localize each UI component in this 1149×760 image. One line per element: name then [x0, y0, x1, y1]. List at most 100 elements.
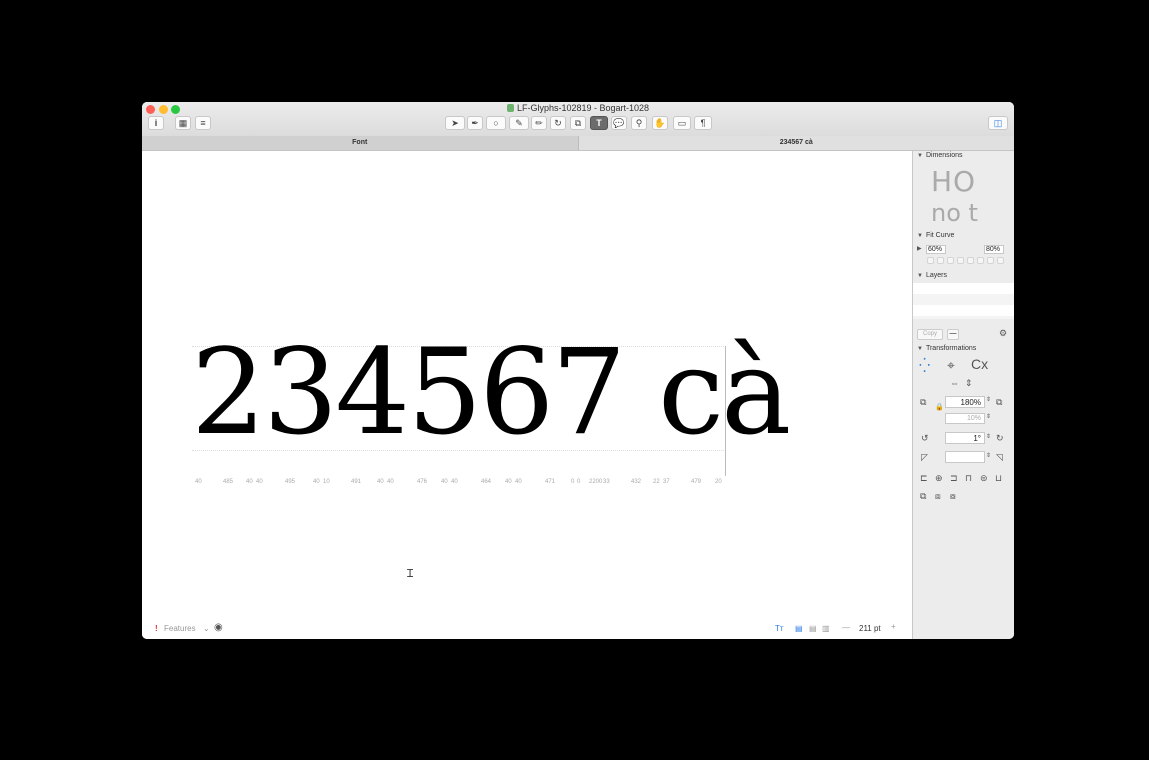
fit-curve-slot[interactable]: [997, 257, 1004, 264]
align-right-icon[interactable]: ▤: [809, 624, 817, 633]
app-window: LF-Glyphs-102819 - Bogart-1028 i ▦ ≡ ➤ ✒…: [142, 102, 1014, 639]
remove-layer-button[interactable]: —: [947, 329, 959, 340]
stepper-icon[interactable]: ⇕: [986, 433, 991, 440]
copy-layer-button[interactable]: Copy: [917, 329, 943, 340]
scale-secondary-field[interactable]: 10%: [945, 413, 985, 424]
zoom-in-button[interactable]: +: [891, 622, 896, 631]
draw-tool-button[interactable]: ✒: [467, 116, 483, 130]
union-icon[interactable]: ⧉: [920, 491, 926, 502]
eye-icon[interactable]: ◉: [214, 622, 223, 633]
fit-curve-slot[interactable]: [987, 257, 994, 264]
scale-down-icon[interactable]: ⧉: [920, 397, 926, 408]
document-icon: [506, 104, 514, 112]
metric-value: 40: [515, 479, 522, 485]
fit-curve-slot[interactable]: [927, 257, 934, 264]
metric-value: 20: [715, 479, 722, 485]
grid-view-button[interactable]: ▦: [175, 116, 191, 130]
bottom-bar: ! Features ⌄ ◉ Tᴛ ▤ ▤ ▥ — 211 pt +: [142, 619, 912, 639]
subtract-icon[interactable]: ⧈: [935, 491, 941, 502]
mirror-vertical-icon[interactable]: ⇕: [965, 378, 973, 389]
scale-tool-button[interactable]: ⧉: [570, 116, 586, 130]
metric-value: 432: [631, 479, 642, 485]
align-right-icon[interactable]: ⊐: [950, 473, 958, 484]
rotate-tool-button[interactable]: ↻: [550, 116, 566, 130]
tab-font[interactable]: Font: [142, 136, 579, 150]
metric-value: 40: [451, 479, 458, 485]
fit-curve-slot[interactable]: [967, 257, 974, 264]
stepper-icon[interactable]: ⇕: [986, 396, 991, 403]
speech-bubble-icon: 💬: [613, 117, 625, 128]
fit-curve-slot[interactable]: [937, 257, 944, 264]
metric-value: 40: [377, 479, 384, 485]
features-popup[interactable]: Features: [164, 624, 196, 633]
pen-tool-button[interactable]: ✎: [509, 116, 529, 130]
intersect-icon[interactable]: ⧇: [950, 491, 956, 502]
annotation-tool-button[interactable]: 💬: [611, 116, 627, 130]
metric-value: 476: [417, 479, 428, 485]
info-button[interactable]: i: [148, 116, 164, 130]
edit-canvas[interactable]: 234567 cà 40 485 40 40 495 40 10 491 40 40 476 40 40…: [142, 151, 912, 639]
layers-header[interactable]: ▼ Layers: [917, 272, 947, 279]
glyph-text[interactable]: 234567 cà: [191, 333, 791, 451]
type-icon: ¶: [700, 118, 706, 128]
fit-curve-min-field[interactable]: 60%: [926, 245, 946, 254]
custom-origin-icon[interactable]: Cx: [971, 356, 988, 372]
disclosure-triangle-icon: ▼: [917, 153, 923, 159]
text-settings-icon[interactable]: Tᴛ: [775, 624, 784, 633]
fit-curve-slot[interactable]: [947, 257, 954, 264]
metric-value: 0: [577, 479, 581, 485]
stepper-icon[interactable]: ⇕: [986, 452, 991, 459]
slant-left-icon[interactable]: ◸: [921, 452, 928, 463]
rotate-ccw-icon[interactable]: ↺: [921, 433, 929, 444]
pencil-icon: ✏: [535, 117, 543, 128]
dimensions-sample-bottom: no t: [931, 199, 978, 227]
align-left-icon[interactable]: ▤: [795, 624, 803, 633]
stepper-icon[interactable]: ⇕: [986, 413, 991, 420]
tab-edit-view[interactable]: 234567 cà: [579, 136, 1015, 150]
transformations-header[interactable]: ▼ Transformations: [917, 345, 976, 352]
measure-tool-button[interactable]: ▭: [673, 116, 691, 130]
select-tool-button[interactable]: ➤: [445, 116, 465, 130]
slant-right-icon[interactable]: ◹: [996, 452, 1003, 463]
align-bottom-icon[interactable]: ⊔: [995, 473, 1002, 484]
justify-icon[interactable]: ▥: [822, 624, 830, 633]
origin-grid-icon[interactable]: ⁛: [919, 357, 930, 374]
type-tool-button[interactable]: ¶: [694, 116, 712, 130]
text-tool-button[interactable]: T: [590, 116, 608, 130]
list-view-button[interactable]: ≡: [195, 116, 211, 130]
dimensions-header[interactable]: ▼ Dimensions: [917, 152, 963, 159]
fit-curve-header[interactable]: ▼ Fit Curve: [917, 232, 954, 239]
zoom-tool-button[interactable]: ⚲: [631, 116, 647, 130]
gear-icon[interactable]: ⚙: [999, 328, 1007, 339]
mirror-horizontal-icon[interactable]: ⇔: [950, 378, 959, 388]
fit-curve-max-field[interactable]: 80%: [984, 245, 1004, 254]
primitives-tool-button[interactable]: ○: [486, 116, 506, 130]
magnifier-icon: ⚲: [635, 117, 643, 128]
align-middle-icon[interactable]: ⊜: [980, 473, 988, 484]
metric-value: 464: [481, 479, 492, 485]
lock-icon[interactable]: 🔒: [935, 403, 944, 411]
align-top-icon[interactable]: ⊓: [965, 473, 972, 484]
zoom-out-button[interactable]: —: [842, 623, 850, 632]
layers-list[interactable]: [913, 283, 1014, 319]
slant-field[interactable]: [945, 451, 985, 463]
align-center-icon[interactable]: ⊕: [935, 473, 943, 484]
window-title: LF-Glyphs-102819 - Bogart-1028: [142, 103, 1014, 113]
hand-tool-button[interactable]: ✋: [652, 116, 668, 130]
crosshair-icon[interactable]: ⌖: [947, 357, 955, 374]
font-size-field[interactable]: 211 pt: [859, 624, 881, 633]
scale-field[interactable]: 180%: [945, 396, 985, 408]
play-icon[interactable]: ▶: [917, 245, 922, 252]
fit-curve-slot[interactable]: [957, 257, 964, 264]
scale-up-icon[interactable]: ⧉: [996, 397, 1002, 408]
rotate-cw-icon[interactable]: ↻: [996, 433, 1004, 444]
warning-icon: !: [155, 624, 158, 633]
fit-curve-slot[interactable]: [977, 257, 984, 264]
metric-value: 37: [663, 479, 670, 485]
tab-bar: Font 234567 cà: [142, 136, 1014, 151]
align-left-icon[interactable]: ⊏: [920, 473, 928, 484]
metrics-row: 40 485 40 40 495 40 10 491 40 40 476 40 40 464 40 40 471…: [191, 479, 731, 489]
sidebar-toggle-button[interactable]: ◫: [988, 116, 1008, 130]
rotate-field[interactable]: 1°: [945, 432, 985, 444]
pencil-tool-button[interactable]: ✏: [531, 116, 547, 130]
